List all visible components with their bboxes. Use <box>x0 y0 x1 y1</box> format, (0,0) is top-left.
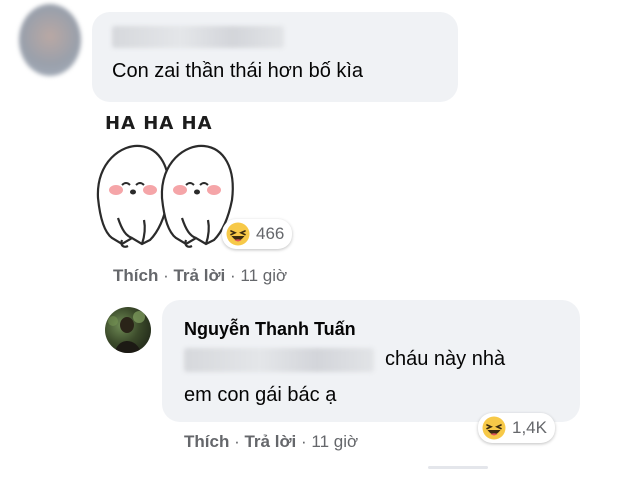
separator: · <box>301 432 307 451</box>
avatar-photo <box>108 311 145 353</box>
commenter-avatar[interactable] <box>19 4 81 76</box>
laughing-ghosts-sticker <box>96 144 234 248</box>
comment-actions: Thích · Trả lời · 11 giờ <box>113 266 287 286</box>
reaction-summary[interactable]: 1,4K <box>478 413 555 443</box>
reply-author-name[interactable]: Nguyễn Thanh Tuấn <box>184 319 356 340</box>
ghost-left <box>96 144 170 248</box>
timestamp-link[interactable]: 11 giờ <box>240 266 287 285</box>
mentioned-name-blurred[interactable] <box>184 348 374 372</box>
reaction-summary[interactable]: 466 <box>222 219 293 249</box>
haha-emoji-icon <box>226 222 250 246</box>
like-button[interactable]: Thích <box>184 432 229 451</box>
comment-text: Con zai thần thái hơn bố kìa <box>112 60 364 82</box>
reply-text-line2: em con gái bác ạ <box>184 384 337 406</box>
reply-button[interactable]: Trả lời <box>173 266 225 285</box>
reaction-count: 1,4K <box>512 418 547 437</box>
separator: · <box>230 266 236 285</box>
reply-button[interactable]: Trả lời <box>244 432 296 451</box>
reply-text-line1: cháu này nhà <box>385 348 506 370</box>
separator: · <box>163 266 169 285</box>
like-button[interactable]: Thích <box>113 266 158 285</box>
commenter-name-blurred[interactable] <box>112 26 284 48</box>
reply-author-avatar[interactable] <box>105 307 151 353</box>
reaction-count: 466 <box>256 224 285 243</box>
separator: · <box>234 432 240 451</box>
haha-emoji-icon <box>482 416 506 440</box>
reply-actions: Thích · Trả lời · 11 giờ <box>184 432 358 452</box>
sticker-caption: HA HA HA <box>105 113 213 134</box>
timestamp-link[interactable]: 11 giờ <box>311 432 358 451</box>
divider <box>428 466 488 469</box>
